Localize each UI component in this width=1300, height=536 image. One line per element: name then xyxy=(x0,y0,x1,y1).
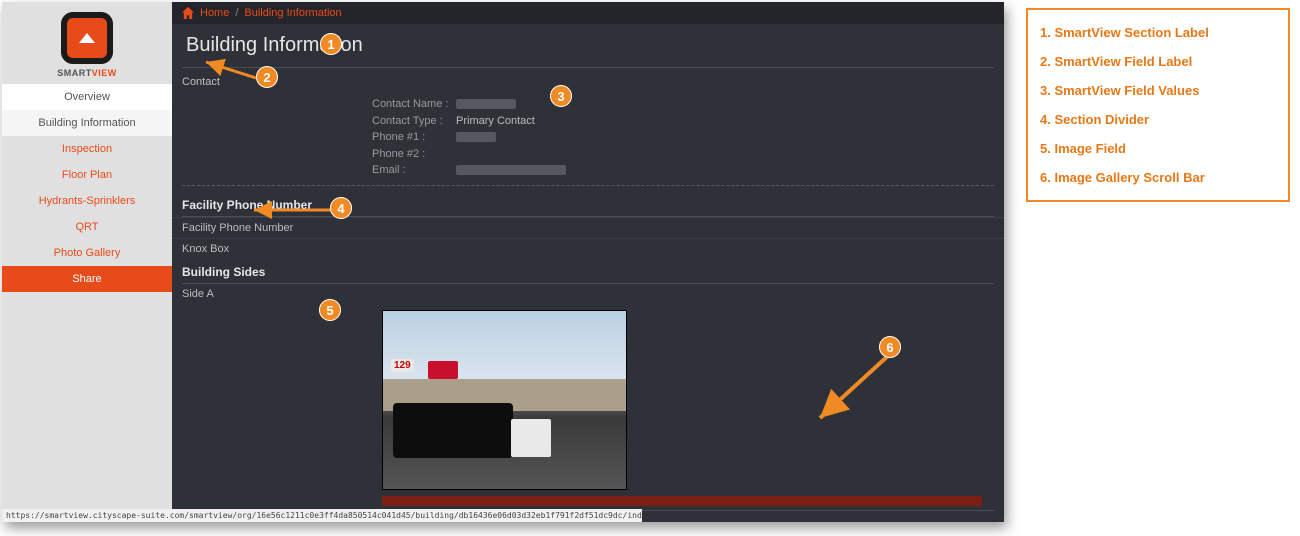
callout-2: 2 xyxy=(256,66,278,88)
logo-icon xyxy=(61,12,113,64)
dashed-divider xyxy=(182,185,994,186)
arrow-4-icon xyxy=(248,200,338,220)
sidebar-item-hydrants-sprinklers[interactable]: Hydrants-Sprinklers xyxy=(2,188,172,214)
phone2-label: Phone #2 : xyxy=(372,146,452,163)
image-gallery-scrollbar[interactable] xyxy=(382,496,982,506)
building-photo-a[interactable]: 129 xyxy=(382,310,627,490)
brand-view: VIEW xyxy=(92,68,117,78)
contact-name-label: Contact Name : xyxy=(372,96,452,113)
sidebar-item-qrt[interactable]: QRT xyxy=(2,214,172,240)
home-icon[interactable] xyxy=(182,7,194,19)
callout-4: 4 xyxy=(330,197,352,219)
email-value xyxy=(456,165,566,175)
up-arrow-icon xyxy=(79,33,95,43)
breadcrumb-sep: / xyxy=(235,7,238,19)
sidebar-item-photo-gallery[interactable]: Photo Gallery xyxy=(2,240,172,266)
building-sides-header: Building Sides xyxy=(172,259,1004,283)
page-title: Building Information xyxy=(172,24,1004,67)
callout-3: 3 xyxy=(550,85,572,107)
sign-129: 129 xyxy=(391,359,414,372)
image-frame: 129 xyxy=(382,310,627,490)
brand-logo: SMARTVIEW xyxy=(2,2,172,84)
side-a-label: Side A xyxy=(172,284,1004,304)
contact-type-value: Primary Contact xyxy=(456,113,535,130)
brand-smart: SMART xyxy=(57,68,92,78)
sidebar-item-inspection[interactable]: Inspection xyxy=(2,136,172,162)
sidebar-item-overview[interactable]: Overview xyxy=(2,84,172,110)
contact-fields: Contact Name : Contact Type :Primary Con… xyxy=(372,96,1004,179)
contact-name-value xyxy=(456,99,516,109)
callout-1: 1 xyxy=(320,33,342,55)
legend-item-3: 3. SmartView Field Values xyxy=(1040,76,1276,105)
breadcrumb-home[interactable]: Home xyxy=(200,7,229,19)
cocacola-sign-icon xyxy=(428,361,458,379)
breadcrumb: Home / Building Information xyxy=(172,2,1004,24)
phone1-label: Phone #1 : xyxy=(372,129,452,146)
arrow-2-icon xyxy=(200,58,260,88)
legend-item-2: 2. SmartView Field Label xyxy=(1040,47,1276,76)
sidebar-item-floor-plan[interactable]: Floor Plan xyxy=(2,162,172,188)
legend-item-4: 4. Section Divider xyxy=(1040,105,1276,134)
contact-type-label: Contact Type : xyxy=(372,113,452,130)
breadcrumb-current[interactable]: Building Information xyxy=(244,7,341,19)
legend-item-6: 6. Image Gallery Scroll Bar xyxy=(1040,163,1276,192)
knox-box-row[interactable]: Knox Box xyxy=(172,238,1004,259)
status-bar-url: https://smartview.cityscape-suite.com/sm… xyxy=(2,509,642,522)
sidebar-item-building-information[interactable]: Building Information xyxy=(2,110,172,136)
main-panel: Home / Building Information Building Inf… xyxy=(172,2,1004,522)
sidebar-item-share[interactable]: Share xyxy=(2,266,172,292)
legend-item-5: 5. Image Field xyxy=(1040,134,1276,163)
callout-5: 5 xyxy=(319,299,341,321)
email-label: Email : xyxy=(372,162,452,179)
arrow-6-icon xyxy=(810,350,900,430)
sidebar: SMARTVIEW Overview Building Information … xyxy=(2,2,172,522)
contact-section: Contact xyxy=(172,68,1004,96)
callout-6: 6 xyxy=(879,336,901,358)
legend-item-1: 1. SmartView Section Label xyxy=(1040,18,1276,47)
phone1-value xyxy=(456,132,496,142)
brand-text: SMARTVIEW xyxy=(57,68,117,78)
legend-panel: 1. SmartView Section Label 2. SmartView … xyxy=(1026,8,1290,202)
app-shell: SMARTVIEW Overview Building Information … xyxy=(2,2,1004,522)
